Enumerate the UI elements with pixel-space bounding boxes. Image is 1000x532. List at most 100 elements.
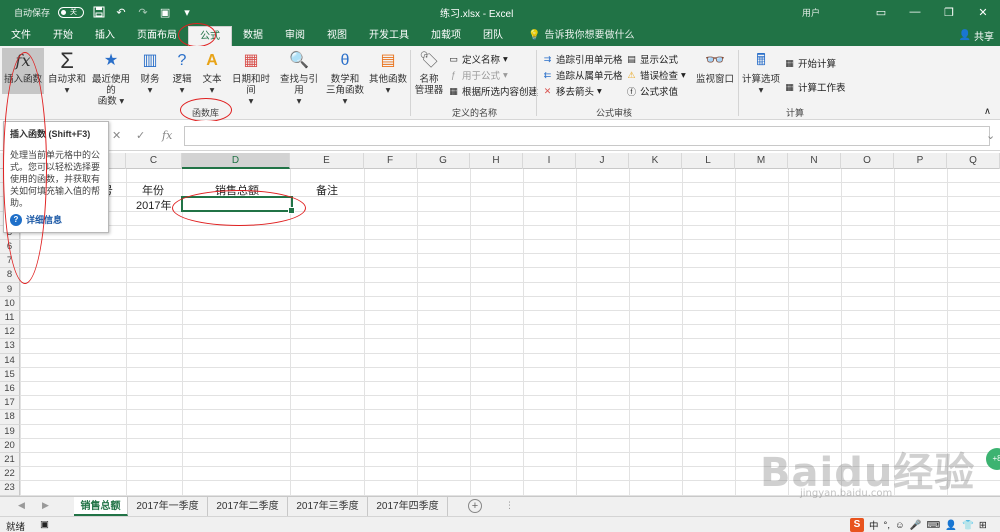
tab-view[interactable]: 视图 [316, 26, 358, 46]
active-cell-d2[interactable] [181, 196, 295, 214]
row-header[interactable]: 22 [0, 467, 20, 482]
name-manager-button[interactable]: 🏷 名称 管理器 [414, 48, 444, 96]
enter-icon[interactable]: ✓ [136, 129, 145, 142]
formula-input[interactable] [184, 126, 990, 146]
calc-now-button[interactable]: ▦ 开始计算 [784, 56, 836, 71]
minimize-icon[interactable]: — [898, 0, 932, 24]
define-name-button[interactable]: ▭ 定义名称 ▾ [448, 52, 508, 67]
row-header[interactable]: 8 [0, 268, 20, 283]
tab-data[interactable]: 数据 [232, 26, 274, 46]
fx-insert-icon[interactable]: fx [162, 129, 172, 142]
ime-emoji-icon[interactable]: ☺ [895, 520, 905, 531]
save-icon[interactable] [92, 5, 106, 19]
expand-formula-bar-icon[interactable]: ⌄ [986, 129, 995, 142]
evaluate-formula-button[interactable]: ⓕ 公式求值 [626, 84, 678, 99]
ime-keyboard-icon[interactable]: ⌨ [927, 520, 941, 531]
text-button[interactable]: A 文本 ▾ [200, 48, 224, 96]
more-functions-button[interactable]: ▤ 其他函数 ▾ [368, 48, 408, 96]
column-header[interactable]: F [364, 153, 417, 169]
sheet-tab[interactable]: 2017年一季度 [128, 497, 208, 516]
close-icon[interactable]: ✕ [966, 0, 1000, 24]
logical-button[interactable]: ? 逻辑 ▾ [170, 48, 194, 96]
cell-c1[interactable]: 年份 [142, 182, 164, 198]
sheet-tab[interactable]: 销售总额 [74, 497, 128, 516]
tab-insert[interactable]: 插入 [84, 26, 126, 46]
collapse-ribbon-icon[interactable]: ∧ [984, 106, 991, 117]
remove-arrows-button[interactable]: ✕ 移去箭头 ▾ [542, 84, 602, 99]
row-header[interactable]: 14 [0, 353, 20, 368]
column-header[interactable]: D [182, 153, 290, 169]
trace-dependents-button[interactable]: ⇇ 追踪从属单元格 [542, 68, 623, 83]
autosave-toggle[interactable]: 关 [58, 6, 85, 18]
show-formulas-button[interactable]: ▤ 显示公式 [626, 52, 678, 67]
watch-window-button[interactable]: 👓 监视窗口 [694, 48, 736, 85]
column-header[interactable]: E [290, 153, 364, 169]
row-header[interactable]: 21 [0, 453, 20, 468]
recent-functions-button[interactable]: ★ 最近使用的 函数 ▾ [88, 48, 134, 107]
row-header[interactable]: 23 [0, 481, 20, 496]
tell-me-box[interactable]: 💡 告诉我你想要做什么 [514, 26, 634, 46]
ime-voice-icon[interactable]: 🎤 [910, 520, 922, 531]
column-header[interactable]: M [735, 153, 788, 169]
tab-addins[interactable]: 加载项 [420, 26, 472, 46]
error-checking-button[interactable]: ⚠ 错误检查 ▾ [626, 68, 685, 83]
column-header[interactable]: G [417, 153, 470, 169]
row-header[interactable]: 17 [0, 396, 20, 411]
insert-function-button[interactable]: fx 插入函数 [2, 48, 44, 94]
lookup-button[interactable]: 🔍 查找与引用 ▾ [276, 48, 322, 107]
row-header[interactable]: 9 [0, 282, 20, 297]
column-header[interactable]: P [894, 153, 947, 169]
column-header[interactable]: C [126, 153, 182, 169]
row-header[interactable]: 20 [0, 438, 20, 453]
add-sheet-icon[interactable]: + [468, 499, 482, 513]
column-header[interactable]: H [470, 153, 523, 169]
ime-menu-icon[interactable]: ⊞ [979, 520, 987, 531]
row-header[interactable]: 18 [0, 410, 20, 425]
redo-icon[interactable]: ↷ [136, 5, 150, 19]
column-header[interactable]: K [629, 153, 682, 169]
ime-skin-icon[interactable]: 👕 [962, 520, 974, 531]
autosum-button[interactable]: Σ 自动求和 ▾ [48, 48, 86, 96]
cell-e1[interactable]: 备注 [316, 182, 338, 198]
use-in-formula-button[interactable]: ƒ 用于公式 ▾ [448, 68, 508, 83]
datetime-button[interactable]: ▦ 日期和时间 ▾ [228, 48, 274, 107]
column-header[interactable]: Q [947, 153, 1000, 169]
column-header[interactable]: N [788, 153, 841, 169]
tooltip-more-info-link[interactable]: ? 详细信息 [10, 213, 62, 226]
row-header[interactable]: 6 [0, 240, 20, 255]
tab-team[interactable]: 团队 [472, 26, 514, 46]
user-name[interactable]: 用户 [802, 6, 820, 19]
tab-page-layout[interactable]: 页面布局 [126, 26, 188, 46]
column-header[interactable]: J [576, 153, 629, 169]
row-header[interactable]: 11 [0, 311, 20, 326]
briefcase-icon[interactable]: ▣ [158, 5, 172, 19]
share-button[interactable]: 👤 共享 [959, 28, 994, 43]
tab-file[interactable]: 文件 [0, 26, 42, 46]
tab-formulas[interactable]: 公式 [188, 26, 232, 46]
row-header[interactable]: 16 [0, 382, 20, 397]
ime-mode[interactable]: 中 [869, 518, 879, 532]
column-header[interactable]: O [841, 153, 894, 169]
tab-developer[interactable]: 开发工具 [358, 26, 420, 46]
row-header[interactable]: 15 [0, 367, 20, 382]
undo-icon[interactable]: ↶ [114, 5, 128, 19]
sheet-tab[interactable]: 2017年三季度 [288, 497, 368, 516]
row-header[interactable]: 7 [0, 254, 20, 269]
maximize-icon[interactable]: ❐ [932, 0, 966, 24]
calc-sheet-button[interactable]: ▦ 计算工作表 [784, 80, 845, 95]
sheet-prev-icon[interactable]: ◀ [18, 500, 25, 511]
sheet-next-icon[interactable]: ▶ [42, 500, 49, 511]
macro-record-icon[interactable]: ▣ [40, 519, 49, 530]
calc-options-button[interactable]: 🖩 计算选项 ▾ [742, 48, 780, 96]
sogou-ime-icon[interactable]: S [850, 518, 864, 532]
horizontal-scrollbar[interactable]: ⋮ [505, 500, 514, 511]
math-trig-button[interactable]: θ 数学和 三角函数 ▾ [326, 48, 364, 107]
financial-button[interactable]: ▥ 财务 ▾ [138, 48, 162, 96]
ribbon-display-icon[interactable]: ▭ [864, 0, 898, 24]
row-header[interactable]: 13 [0, 339, 20, 354]
cancel-icon[interactable]: ✕ [112, 129, 121, 142]
customize-quick-access-icon[interactable]: ▾ [180, 5, 194, 19]
column-header[interactable]: L [682, 153, 735, 169]
row-header[interactable]: 10 [0, 296, 20, 311]
ime-user-icon[interactable]: 👤 [945, 520, 957, 531]
